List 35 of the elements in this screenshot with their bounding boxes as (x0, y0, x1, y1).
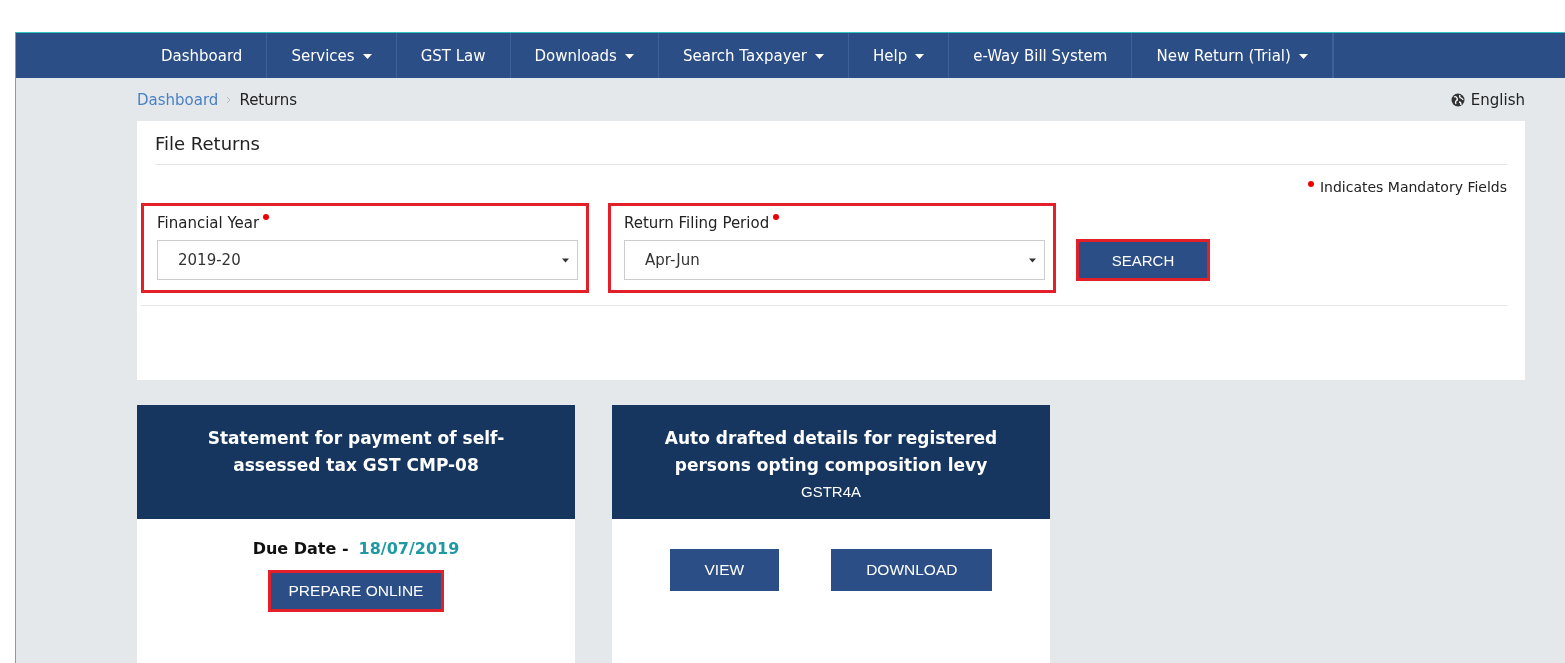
dropdown-field[interactable]: Apr-Jun (624, 240, 1045, 280)
panel-title: File Returns (155, 121, 1507, 165)
due-date-label: Due Date - (252, 539, 349, 558)
language-link[interactable]: English (1470, 90, 1525, 109)
caret-icon (1029, 257, 1036, 263)
card-title: Auto drafted details for registered persons opting composition levy (663, 427, 999, 477)
mandatory-note: Indicates Mandatory Fields (1319, 179, 1507, 195)
nav-item[interactable]: Search Taxpayer (658, 33, 849, 78)
caret-icon (562, 257, 569, 263)
nav-item[interactable]: GST Law (396, 33, 511, 78)
caret-icon (624, 54, 634, 59)
due-date: 18/07/2019 (358, 539, 460, 558)
nav-item[interactable]: Downloads (510, 33, 659, 78)
field-label: Return Filing Period (624, 214, 770, 232)
action-button[interactable]: DOWNLOAD (831, 549, 993, 591)
nav-item[interactable]: New Return (Trial) (1132, 33, 1333, 78)
globe-icon (1450, 92, 1465, 107)
nav-item[interactable]: e-Way Bill System (949, 33, 1133, 78)
form-code: GSTR4A (800, 483, 862, 500)
breadcrumb-current: Returns (239, 90, 297, 109)
caret-icon (1298, 54, 1308, 59)
nav-item[interactable]: Help (849, 33, 950, 78)
nav-item[interactable]: Dashboard (137, 33, 268, 78)
search-button[interactable]: SEARCH (1076, 239, 1210, 281)
chevron-icon (226, 95, 232, 104)
caret-icon (915, 54, 925, 59)
caret-icon (815, 54, 824, 59)
card-title: Statement for payment of self-assessed tax GST CMP-08 (206, 427, 506, 477)
nav-item[interactable]: Services (267, 33, 397, 78)
action-button[interactable]: PREPARE ONLINE (267, 570, 445, 612)
required-icon (1307, 181, 1314, 187)
caret-icon (362, 54, 372, 59)
field-label: Financial Year (157, 214, 260, 232)
dropdown-field[interactable]: 2019-20 (157, 240, 578, 280)
action-button[interactable]: VIEW (669, 549, 780, 591)
